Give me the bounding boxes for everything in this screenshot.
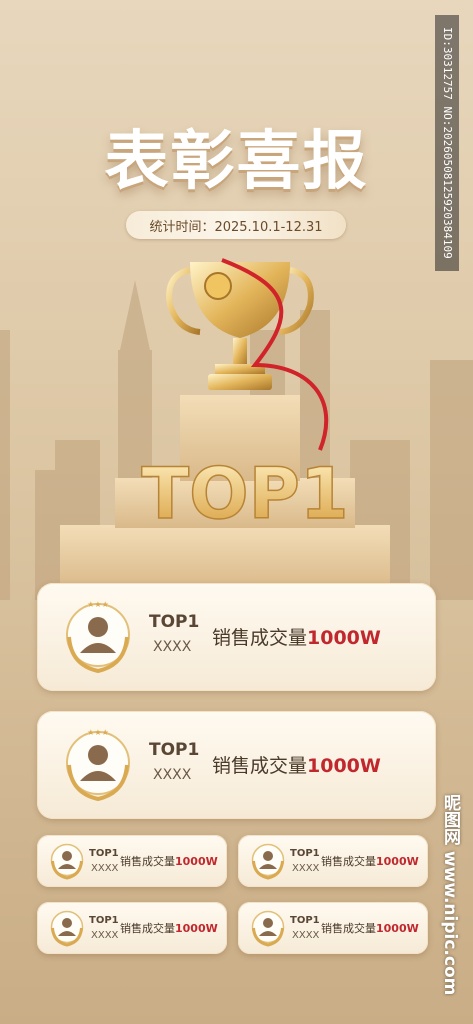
winner-card-5: TOP1 XXXX 销售成交量1000W bbox=[37, 902, 227, 954]
winner-card-3: TOP1 XXXX 销售成交量1000W bbox=[37, 835, 227, 887]
svg-text:★★★: ★★★ bbox=[87, 600, 109, 609]
winner-card-2: ★★★ TOP1 XXXX 销售成交量1000W bbox=[37, 711, 436, 819]
card-rank: TOP1 bbox=[290, 848, 320, 859]
card-name: XXXX bbox=[153, 639, 192, 655]
trophy-top1-text: TOP1 bbox=[141, 453, 348, 535]
avatar-laurel-icon bbox=[50, 910, 84, 947]
card-name: XXXX bbox=[292, 863, 320, 874]
card-rank: TOP1 bbox=[149, 612, 200, 632]
card-name: XXXX bbox=[91, 863, 119, 874]
card-rank: TOP1 bbox=[89, 915, 119, 926]
card-rank: TOP1 bbox=[149, 740, 200, 760]
stat-period-pill: 统计时间：2025.10.1-12.31 bbox=[126, 211, 346, 239]
card-rank: TOP1 bbox=[290, 915, 320, 926]
avatar-laurel-icon: ★★★ bbox=[66, 600, 130, 674]
card-sales: 销售成交量1000W bbox=[212, 627, 381, 649]
svg-text:★★★: ★★★ bbox=[87, 728, 109, 737]
card-rank: TOP1 bbox=[89, 848, 119, 859]
trophy-podium: TOP1 bbox=[60, 258, 390, 590]
avatar-laurel-icon: ★★★ bbox=[66, 728, 130, 802]
avatar-laurel-icon bbox=[251, 910, 285, 947]
winner-card-1: ★★★ TOP1 XXXX 销售成交量1000W bbox=[37, 583, 436, 691]
card-sales: 销售成交量1000W bbox=[321, 922, 419, 935]
avatar-laurel-icon bbox=[251, 843, 285, 880]
page-title: 表彰喜报 bbox=[104, 125, 369, 199]
avatar-laurel-icon bbox=[50, 843, 84, 880]
card-sales: 销售成交量1000W bbox=[120, 922, 218, 935]
card-name: XXXX bbox=[292, 930, 320, 941]
card-sales: 销售成交量1000W bbox=[120, 855, 218, 868]
card-name: XXXX bbox=[153, 767, 192, 783]
watermark-id: ID:30312757 NO:20260508125920384109 bbox=[435, 15, 459, 271]
winner-card-6: TOP1 XXXX 销售成交量1000W bbox=[238, 902, 428, 954]
card-sales: 销售成交量1000W bbox=[212, 755, 381, 777]
watermark-site: 昵图网 www.nipic.com bbox=[440, 794, 460, 996]
card-name: XXXX bbox=[91, 930, 119, 941]
winner-card-4: TOP1 XXXX 销售成交量1000W bbox=[238, 835, 428, 887]
card-sales: 销售成交量1000W bbox=[321, 855, 419, 868]
